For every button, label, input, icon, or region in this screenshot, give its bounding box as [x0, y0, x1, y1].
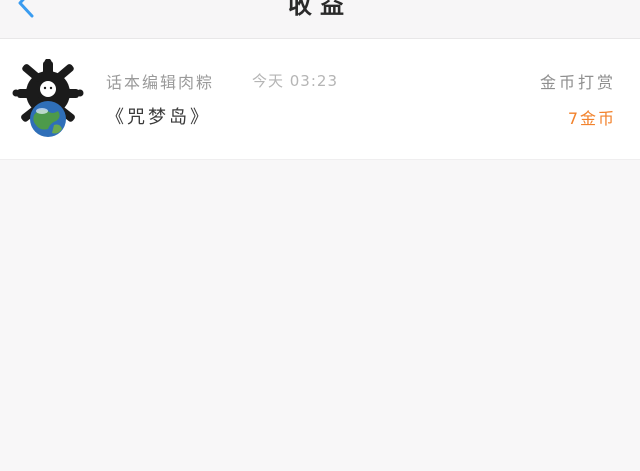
reward-type-label: 金币打赏	[539, 73, 616, 92]
timestamp: 今天 03:23	[252, 72, 338, 90]
list-item[interactable]: 话本编辑肉粽 今天 03:23 《咒梦岛》 金币打赏 7金币	[0, 39, 640, 160]
globe-icon	[30, 101, 66, 137]
top-bar: 收益	[0, 0, 640, 39]
work-title[interactable]: 《咒梦岛》	[106, 103, 211, 129]
avatar[interactable]	[12, 59, 84, 139]
username[interactable]: 话本编辑肉粽	[106, 69, 214, 93]
reward-amount: 7金币	[567, 109, 616, 128]
page-title: 收益	[288, 0, 352, 19]
